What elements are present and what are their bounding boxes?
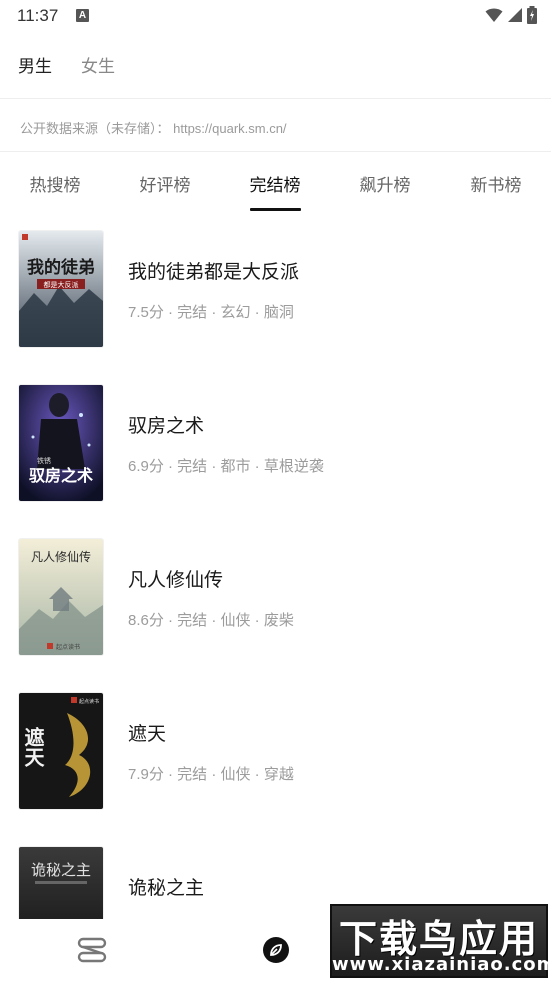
cover-title: 遮天 [21,726,45,768]
tab-female[interactable]: 女生 [81,52,115,77]
book-cover[interactable]: 凡人修仙传 起点读书 [19,539,103,655]
cover-title: 驭房之术 [29,466,93,485]
cover-title: 凡人修仙传 [31,549,91,564]
active-tab-indicator [250,208,301,211]
tab-completed[interactable]: 完结榜 [235,171,315,196]
book-meta: 8.6分 · 完结 · 仙侠 · 废柴 [128,612,294,629]
book-item[interactable]: 我的徒弟 都是大反派 我的徒弟都是大反派 7.5分 · 完结 · 玄幻 · 脑洞 [0,212,551,366]
notification-icon: A [76,9,89,22]
status-bar: 11:37 A [0,0,551,32]
status-icons [485,6,537,24]
book-title[interactable]: 诡秘之主 [128,873,204,900]
compass-icon[interactable] [262,936,290,964]
book-cover[interactable]: 铁锈 驭房之术 [19,385,103,501]
battery-icon [527,6,537,24]
book-title[interactable]: 凡人修仙传 [128,565,223,592]
wifi-icon [485,8,503,22]
tab-rising[interactable]: 飙升榜 [345,171,425,196]
book-item[interactable]: 铁锈 驭房之术 驭房之术 6.9分 · 完结 · 都市 · 草根逆袭 [0,366,551,520]
cover-subtitle: 都是大反派 [44,280,79,289]
signal-icon [508,8,522,22]
cover-title: 诡秘之主 [31,861,91,879]
watermark-url: www.xiazainiao.com [332,954,551,975]
book-cover[interactable]: 遮天 起点读书 [19,693,103,809]
cover-author: 铁锈 [37,456,51,465]
cover-publisher: 起点读书 [79,698,99,705]
bookshelf-icon[interactable] [77,936,107,964]
watermark: 下载鸟应用 www.xiazainiao.com [330,904,551,978]
book-item[interactable]: 遮天 起点读书 遮天 7.9分 · 完结 · 仙侠 · 穿越 [0,674,551,828]
cover-publisher: 起点读书 [56,643,80,651]
book-cover[interactable]: 我的徒弟 都是大反派 [19,231,103,347]
tab-hot-search[interactable]: 热搜榜 [15,171,95,196]
book-title[interactable]: 驭房之术 [128,411,204,438]
book-cover[interactable]: 诡秘之主 [19,847,103,919]
cover-title: 我的徒弟 [27,257,95,278]
tab-top-rated[interactable]: 好评榜 [125,171,205,196]
book-meta: 7.9分 · 完结 · 仙侠 · 穿越 [128,766,294,783]
gender-tabs: 男生 女生 [0,48,551,80]
book-meta: 6.9分 · 完结 · 都市 · 草根逆袭 [128,458,324,475]
status-time: 11:37 [17,6,59,25]
tab-male[interactable]: 男生 [18,52,52,77]
book-title[interactable]: 我的徒弟都是大反派 [128,257,299,284]
tab-new-books[interactable]: 新书榜 [456,171,536,196]
source-note: 公开数据来源（未存储）： https://quark.sm.cn/ [20,121,287,136]
book-item[interactable]: 凡人修仙传 起点读书 凡人修仙传 8.6分 · 完结 · 仙侠 · 废柴 [0,520,551,674]
book-meta: 7.5分 · 完结 · 玄幻 · 脑洞 [128,304,294,321]
rank-tabs: 热搜榜 好评榜 完结榜 飙升榜 新书榜 [0,160,551,212]
book-list[interactable]: 我的徒弟 都是大反派 我的徒弟都是大反派 7.5分 · 完结 · 玄幻 · 脑洞… [0,212,551,919]
book-title[interactable]: 遮天 [128,719,166,746]
divider [0,151,551,152]
divider [0,98,551,99]
